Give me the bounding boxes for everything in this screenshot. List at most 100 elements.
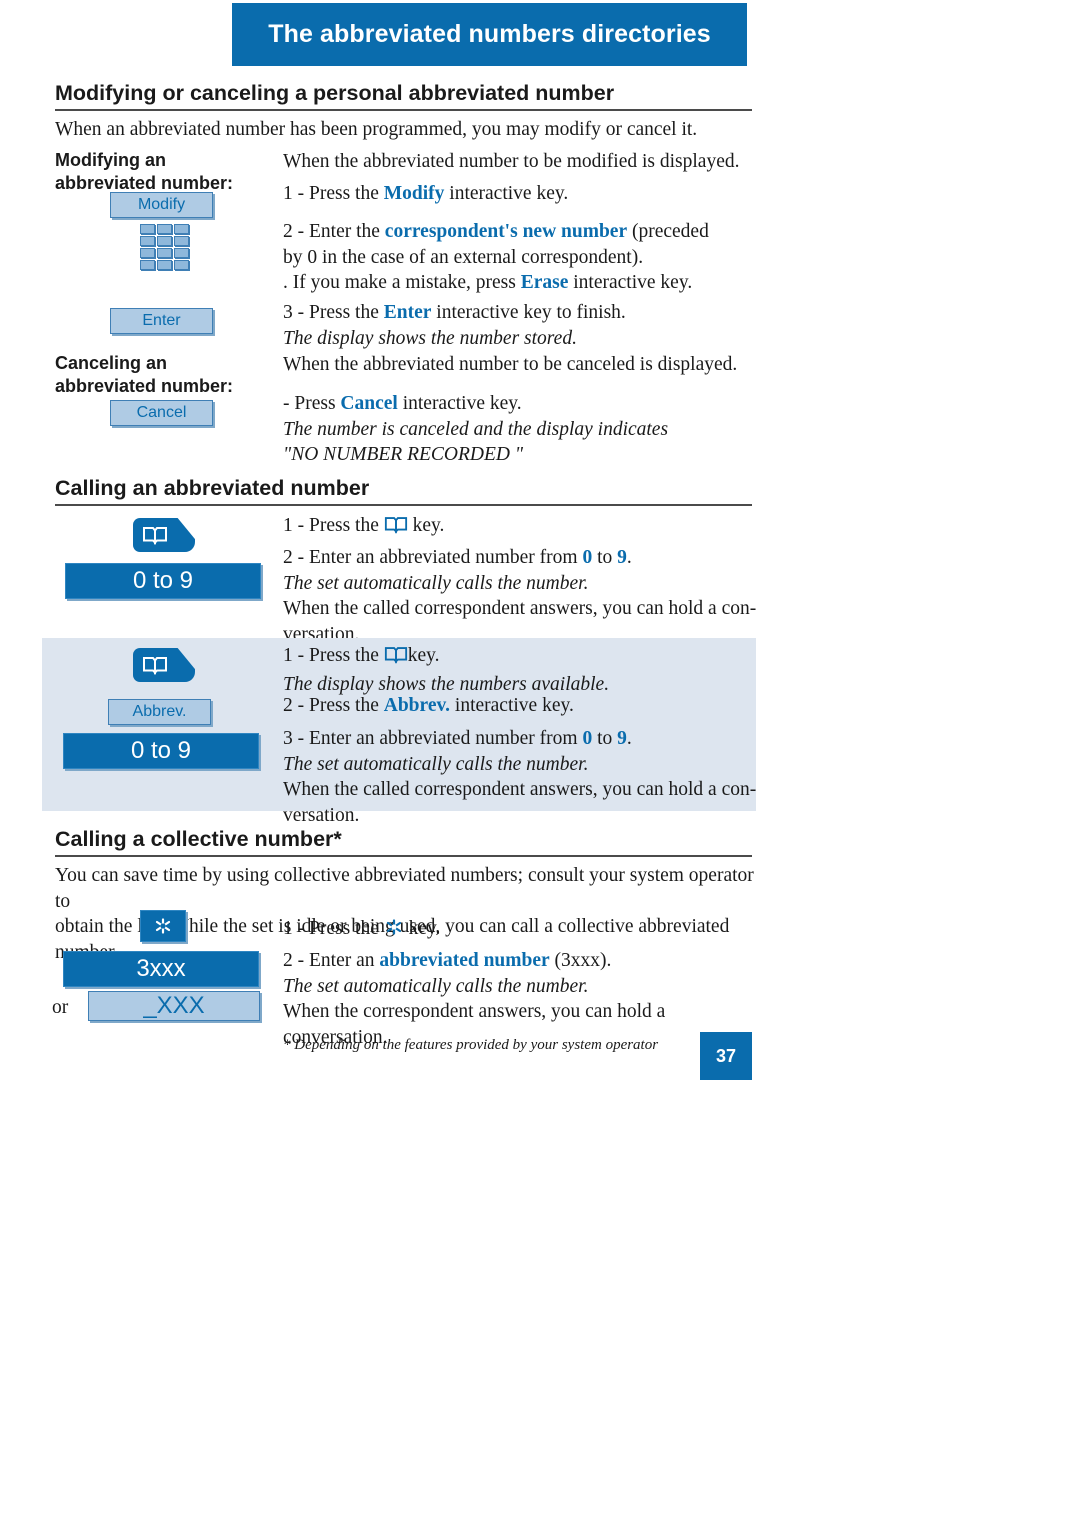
step-cancel-note2: "NO NUMBER RECORDED ": [283, 444, 524, 466]
collective-number-key-label: 3xxx: [136, 955, 186, 982]
keypad-cell: [140, 224, 155, 234]
subhead-canceling: Canceling an abbreviated number:: [55, 352, 233, 398]
step-key-cancel: Cancel: [340, 393, 398, 414]
range-from: 0: [582, 547, 593, 568]
numeric-range-key-b[interactable]: 0 to 9: [63, 733, 259, 769]
subhead-canceling-line1: Canceling an: [55, 353, 168, 373]
step-text: 3 - Enter an abbreviated number from: [283, 728, 583, 749]
star-icon: [384, 917, 404, 945]
star-icon: [155, 918, 171, 934]
numeric-range-key-b-label: 0 to 9: [130, 737, 192, 764]
section-divider: [55, 109, 752, 112]
softkey-abbrev-label: Abbrev.: [132, 703, 187, 720]
step-text: key.: [407, 645, 440, 666]
softkey-cancel[interactable]: Cancel: [110, 400, 213, 426]
step-text: 1 - Press the: [283, 183, 384, 204]
range-to: 9: [617, 547, 627, 568]
step-modify-3: 3 - Press the Enter interactive key to f…: [283, 300, 753, 351]
collective-number-alt-key-label: _XXX: [143, 992, 205, 1019]
collective-step2-note: The set automatically calls the number.: [283, 975, 589, 997]
call-abbrev-b-step2: 2 - Press the Abbrev. interactive key.: [283, 693, 763, 719]
step-modify-1: 1 - Press the Modify interactive key.: [283, 181, 753, 207]
step-text: 3 - Press the: [283, 302, 384, 323]
collective-step1: 1 - Press the key.: [283, 916, 763, 945]
step-text: to: [592, 728, 618, 749]
page-number-badge: 37: [700, 1032, 752, 1080]
intro-line1: You can save time by using collective ab…: [55, 865, 754, 912]
star-hardkey[interactable]: [140, 910, 186, 942]
step-text: 2 - Press the: [283, 695, 384, 716]
keypad-cell: [174, 224, 189, 234]
section-divider: [55, 855, 752, 858]
call-abbrev-tail1: When the called correspondent answers, y…: [283, 598, 757, 620]
section-calling-collective: Calling a collective number*: [55, 827, 752, 858]
step-text: interactive key.: [397, 393, 522, 414]
page-number: 37: [715, 1045, 737, 1066]
softkey-abbrev[interactable]: Abbrev.: [108, 699, 211, 725]
step-modify-2-line3: . If you make a mistake, press Erase int…: [283, 270, 753, 296]
directory-book-icon: [384, 515, 408, 542]
document-page: The abbreviated numbers directories Modi…: [0, 0, 1080, 1528]
step-modify-3-note: The display shows the number stored.: [283, 327, 577, 349]
softkey-modify[interactable]: Modify: [110, 192, 213, 218]
collective-number-key[interactable]: 3xxx: [63, 951, 259, 987]
intro-text-modify-cancel: When an abbreviated number has been prog…: [55, 119, 698, 140]
step-text: 2 - Enter an: [283, 950, 380, 971]
step-text: key.: [407, 515, 445, 536]
step-text: 1 - Press the: [283, 515, 384, 536]
step-text: key.: [403, 918, 441, 939]
step-text: interactive key.: [444, 183, 569, 204]
step-text: to: [592, 547, 618, 568]
step-text: 1 - Press the: [283, 918, 384, 939]
step-cancel-lead: When the abbreviated number to be cancel…: [283, 354, 738, 375]
step-key-erase: Erase: [520, 272, 569, 294]
step-text: (preceded: [627, 221, 709, 242]
call-abbrev-step2: 2 - Enter an abbreviated number from 0 t…: [283, 545, 763, 648]
subhead-modifying: Modifying an abbreviated number:: [55, 149, 233, 195]
keypad-cell: [157, 248, 172, 258]
numeric-range-key-a[interactable]: 0 to 9: [65, 563, 261, 599]
keypad-cell: [140, 236, 155, 246]
numeric-range-key-a-label: 0 to 9: [132, 567, 194, 594]
step-text: 1 - Press the: [283, 645, 384, 666]
page-header-title: The abbreviated numbers directories: [268, 20, 711, 48]
subhead-canceling-line2: abbreviated number:: [55, 376, 234, 397]
softkey-cancel-label: Cancel: [136, 404, 187, 421]
softkey-enter-label: Enter: [142, 312, 181, 329]
step-cancel: - Press Cancel interactive key. The numb…: [283, 391, 753, 468]
step-text: 2 - Enter an abbreviated number from: [283, 547, 583, 568]
keypad-cell: [140, 248, 155, 258]
step-key-abbreviated-number: abbreviated number: [379, 950, 550, 971]
range-from: 0: [582, 728, 593, 749]
directory-book-icon: [143, 527, 167, 545]
step-cancel-note1: The number is canceled and the display i…: [283, 418, 669, 440]
call-abbrev-b-note3: The set automatically calls the number.: [283, 753, 589, 775]
step-text: interactive key.: [450, 695, 574, 716]
footnote-text: * Depending on the features provided by …: [283, 1037, 659, 1053]
keypad-cell: [157, 236, 172, 246]
range-to: 9: [617, 728, 627, 749]
step-text: . If you make a mistake, press: [283, 272, 521, 294]
keypad-cell: [140, 260, 155, 270]
keypad-cell: [157, 224, 172, 234]
collective-number-alt-key[interactable]: _XXX: [88, 991, 260, 1021]
section-calling-abbrev: Calling an abbreviated number: [55, 476, 752, 507]
section-title-modify-cancel: Modifying or canceling a personal abbrev…: [55, 81, 615, 105]
directory-book-icon: [384, 645, 408, 672]
step-key-modify: Modify: [383, 183, 445, 204]
directory-hardkey-a[interactable]: [133, 518, 195, 552]
call-abbrev-b-tail2: versation.: [283, 805, 360, 827]
directory-book-icon: [143, 657, 167, 675]
step-text: interactive key to finish.: [431, 302, 626, 323]
softkey-enter[interactable]: Enter: [110, 308, 213, 334]
step-text: .: [626, 728, 632, 749]
section-divider: [55, 504, 752, 507]
section-title-calling-collective: Calling a collective number*: [55, 827, 342, 851]
call-abbrev-b-tail1: When the called correspondent answers, y…: [283, 779, 757, 801]
call-abbrev-b-step1: 1 - Press the key. The display shows the…: [283, 643, 763, 697]
step-text: - Press: [283, 393, 341, 414]
step-modify-lead: When the abbreviated number to be modifi…: [283, 151, 740, 172]
step-modify-2-line2: by 0 in the case of an external correspo…: [283, 246, 644, 268]
step-text: interactive key.: [568, 272, 693, 294]
call-abbrev-note: The set automatically calls the number.: [283, 572, 589, 594]
